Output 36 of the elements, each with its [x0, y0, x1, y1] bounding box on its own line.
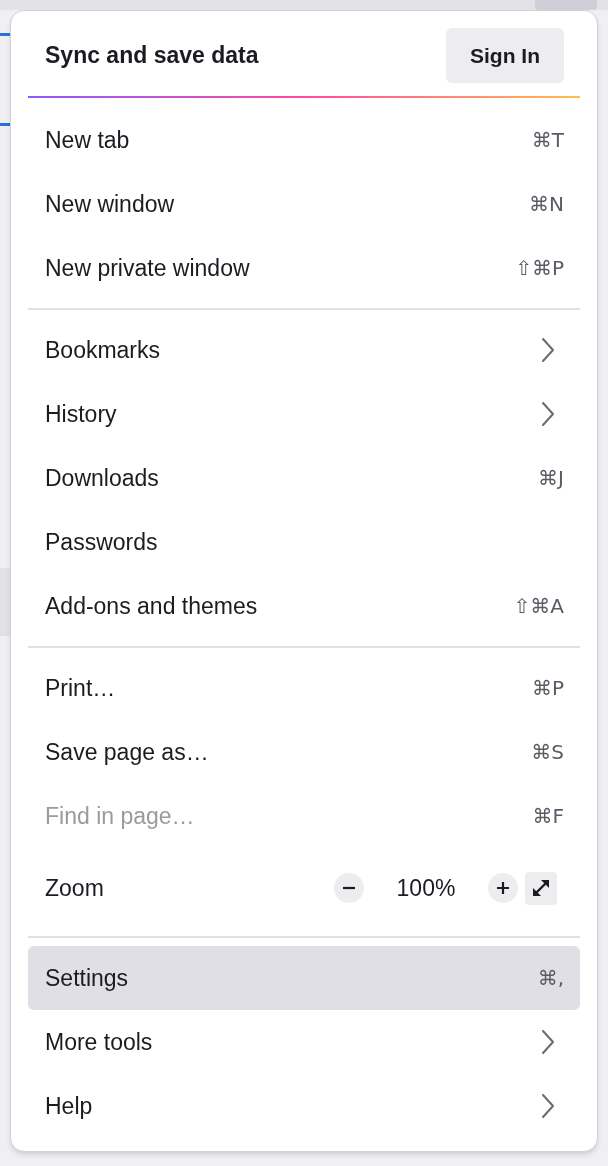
zoom-in-button[interactable]	[488, 873, 518, 903]
menu-item[interactable]: Help	[28, 1074, 580, 1138]
zoom-level: 100%	[395, 873, 457, 903]
chevron-right-icon	[541, 401, 555, 427]
shortcut-text: ⌘T	[531, 127, 564, 154]
menu-item[interactable]: Bookmarks	[28, 318, 580, 382]
chevron-right-icon	[541, 337, 555, 363]
menu-item[interactable]: Save page as… ⌘S	[28, 720, 580, 784]
shortcut-text: ⌘P	[531, 675, 564, 702]
sync-title: Sync and save data	[45, 41, 259, 71]
shortcut-text: ⌘F	[532, 803, 564, 830]
shortcut-text: ⇧⌘P	[515, 255, 564, 282]
menu-item[interactable]: History	[28, 382, 580, 446]
menu-item[interactable]: Add-ons and themes ⇧⌘A	[28, 574, 580, 638]
menu-item[interactable]: More tools	[28, 1010, 580, 1074]
menu-item[interactable]: Downloads ⌘J	[28, 446, 580, 510]
menu-item[interactable]: Print… ⌘P	[28, 656, 580, 720]
menu-item[interactable]: New private window ⇧⌘P	[28, 236, 580, 300]
diagonal-arrows-icon	[530, 877, 552, 899]
page-panel	[0, 568, 10, 636]
menu-item[interactable]: New tab ⌘T	[28, 108, 580, 172]
menu-item-label: Zoom	[45, 873, 104, 903]
zoom-out-button[interactable]	[334, 873, 364, 903]
fullscreen-button[interactable]	[525, 871, 557, 905]
plus-icon	[496, 881, 510, 895]
shortcut-text: ⌘N	[529, 191, 564, 218]
shortcut-text: ⌘,	[537, 965, 564, 992]
shortcut-text: ⌘J	[538, 465, 564, 492]
shortcut-text: ⇧⌘A	[513, 593, 564, 620]
menu-item[interactable]: New window ⌘N	[28, 172, 580, 236]
shortcut-text: ⌘S	[531, 739, 564, 766]
menu-item[interactable]: Settings ⌘,	[28, 946, 580, 1010]
menu-item[interactable]: Passwords	[28, 510, 580, 574]
chevron-right-icon	[541, 1093, 555, 1119]
sign-in-button[interactable]: Sign In	[446, 28, 564, 83]
chevron-right-icon	[541, 1029, 555, 1055]
